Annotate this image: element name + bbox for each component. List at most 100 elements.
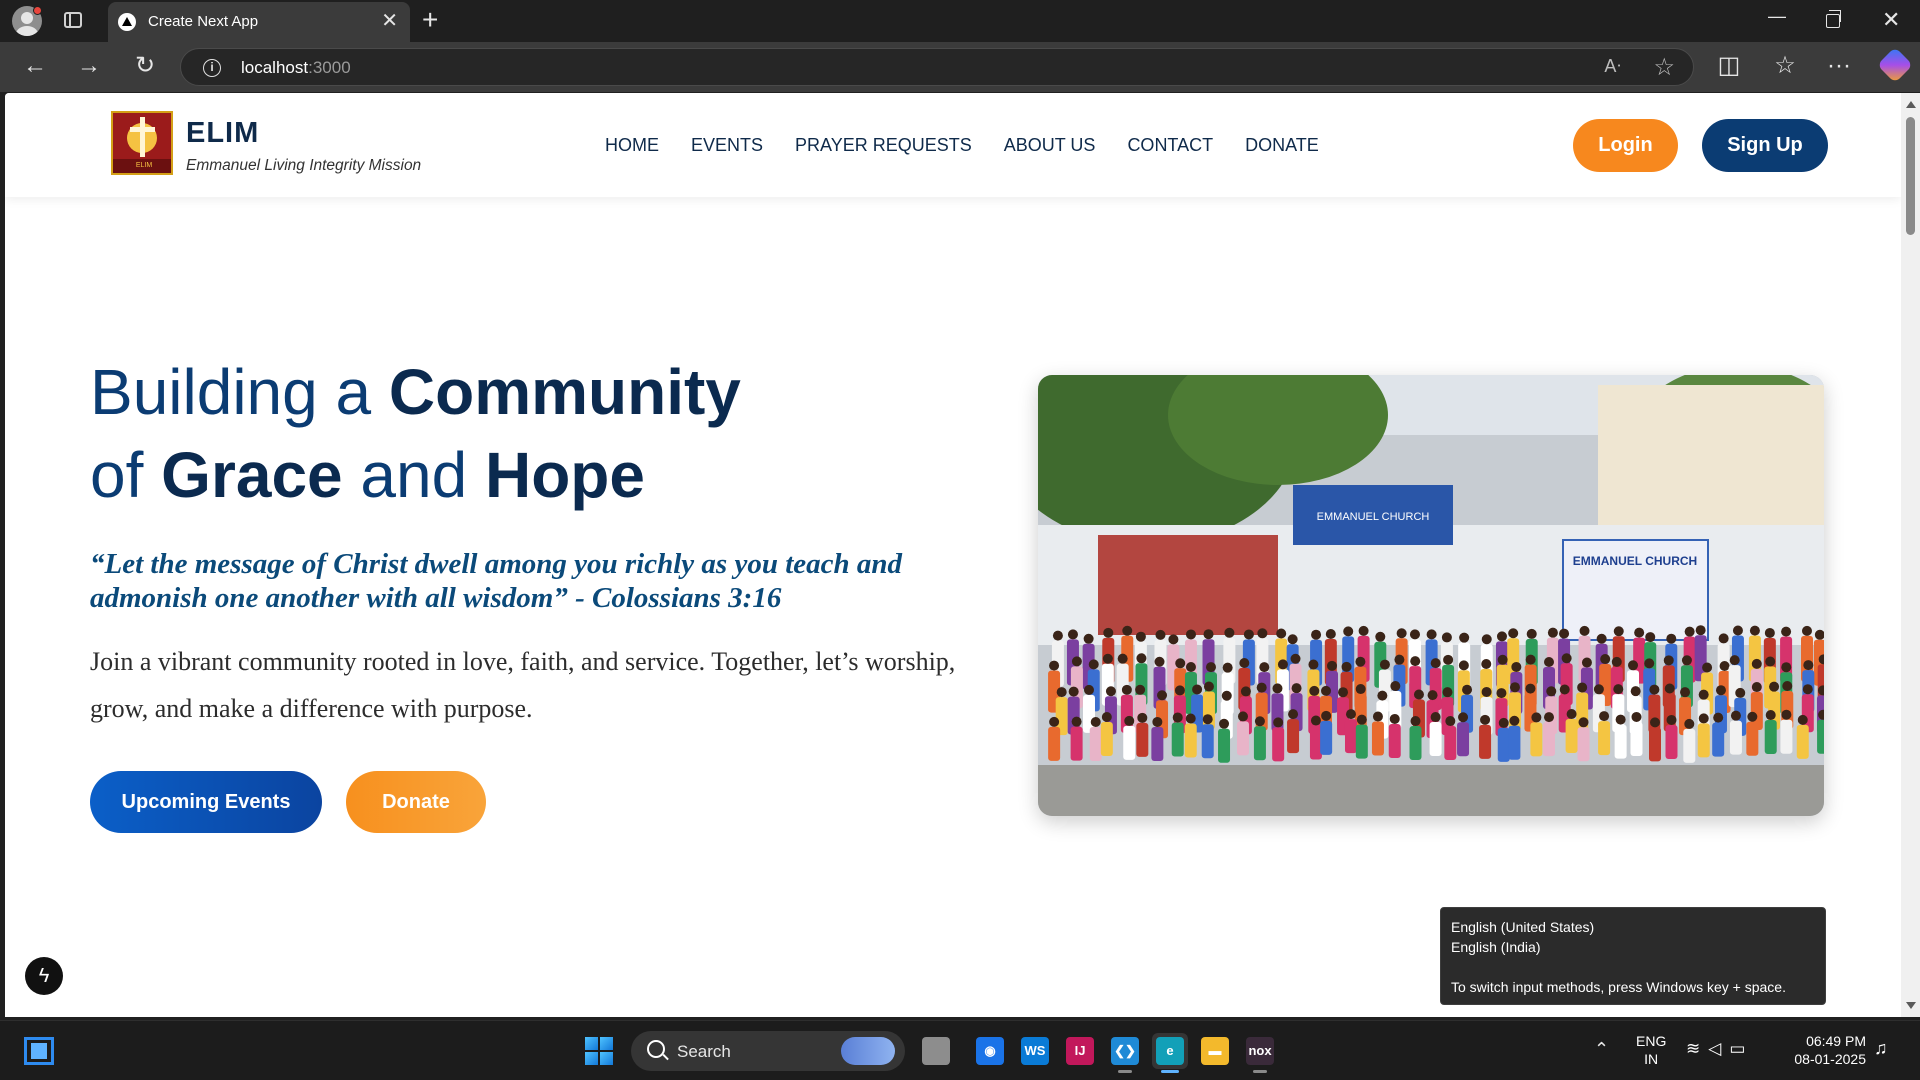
crowd-person-head (1174, 685, 1185, 696)
crowd-person-head (1379, 659, 1390, 670)
app-running-indicator (1161, 1070, 1179, 1073)
crowd-person-body (1508, 725, 1521, 760)
crowd-person-body (1355, 724, 1368, 759)
task-view-icon[interactable] (918, 1033, 954, 1069)
task-view-glyph (922, 1037, 950, 1065)
crowd-person-head (1321, 685, 1332, 696)
start-windows-icon[interactable] (585, 1037, 613, 1065)
url-text[interactable]: localhost:3000 (241, 58, 351, 78)
crowd-person-head (1613, 626, 1624, 637)
profile-notification-dot (33, 6, 42, 15)
language-region: IN (1644, 1051, 1659, 1067)
crowd-person-head (1056, 687, 1067, 698)
window-restore-button[interactable] (1826, 10, 1841, 28)
crowd-person-head (1083, 684, 1094, 695)
browser-tab[interactable]: Create Next App ✕ (108, 2, 410, 42)
taskbar-search[interactable]: Search (631, 1031, 905, 1071)
crowd-person-head (1664, 683, 1675, 694)
crowd-person-head (1256, 682, 1267, 693)
crowd-person-head (1088, 659, 1099, 670)
crowd-person-head (1358, 625, 1369, 636)
crowd-person-head (1172, 712, 1183, 723)
crowd-person-body (1630, 721, 1643, 756)
crowd-person-body (1729, 720, 1742, 755)
read-aloud-icon[interactable]: Aᐧ (1604, 56, 1621, 77)
crowd-person-body (1697, 723, 1710, 758)
taskbar-app-vs-code-icon[interactable]: ❮❯ (1107, 1033, 1143, 1073)
split-screen-icon[interactable]: ◫ (1714, 52, 1744, 80)
crowd-person-head (1203, 681, 1214, 692)
crowd-person-head (1090, 716, 1101, 727)
page-scrollbar[interactable] (1901, 93, 1920, 1017)
taskbar-app-chrome-icon[interactable]: ◉ (972, 1033, 1008, 1069)
scroll-down-arrow-icon[interactable] (1906, 1002, 1916, 1009)
favorites-icon[interactable]: ☆ (1770, 52, 1800, 80)
crowd-person-head (1611, 656, 1622, 667)
crowd-person-head (1426, 629, 1437, 640)
search-highlight-image (841, 1037, 895, 1065)
upcoming-events-button[interactable]: Upcoming Events (90, 771, 322, 833)
crowd-person-head (1185, 713, 1196, 724)
crowd-person-head (1634, 627, 1645, 638)
nav-contact[interactable]: CONTACT (1127, 135, 1213, 156)
site-info-icon[interactable]: i (203, 59, 221, 77)
copilot-icon[interactable] (1876, 46, 1914, 84)
crowd-person-head (1049, 716, 1060, 727)
tab-actions-icon[interactable] (64, 12, 82, 28)
crowd-person-head (1732, 625, 1743, 636)
crowd-person-head (1525, 683, 1536, 694)
crowd-person-head (1681, 655, 1692, 666)
crowd-person-body (1218, 728, 1231, 763)
language-indicator[interactable]: ENG IN (1636, 1032, 1666, 1068)
taskbar-app-intellij-idea-icon[interactable]: IJ (1062, 1033, 1098, 1069)
tray-network-volume-battery-icons[interactable]: ≋◁▭ (1686, 1039, 1753, 1059)
scroll-thumb[interactable] (1906, 117, 1915, 235)
taskbar-clock[interactable]: 06:49 PM 08-01-2025 (1782, 1032, 1866, 1068)
forward-arrow-icon[interactable]: → (74, 52, 104, 80)
crowd-person-head (1684, 626, 1695, 637)
login-button[interactable]: Login (1573, 119, 1678, 172)
taskbar-app-file-explorer-icon[interactable]: ▬ (1197, 1033, 1233, 1069)
taskbar-app-nox-icon[interactable]: nox (1242, 1033, 1278, 1073)
crowd-person-head (1680, 687, 1691, 698)
crowd-person-head (1068, 686, 1079, 697)
nav-donate[interactable]: DONATE (1245, 135, 1319, 156)
back-arrow-icon[interactable]: ← (20, 52, 50, 80)
crowd-person-head (1083, 633, 1094, 644)
nav-about-us[interactable]: ABOUT US (1004, 135, 1096, 156)
taskbar-app-webstorm-icon[interactable]: WS (1017, 1033, 1053, 1069)
crowd-person-head (1481, 658, 1492, 669)
brand-name[interactable]: ELIM (186, 117, 259, 150)
crowd-person-head (1202, 714, 1213, 725)
hero-title: Building a Community of Grace and Hope (90, 351, 741, 517)
window-close-button[interactable]: ✕ (1882, 8, 1900, 32)
ime-hint: To switch input methods, press Windows k… (1451, 979, 1786, 995)
nav-home[interactable]: HOME (605, 135, 659, 156)
tab-close-icon[interactable]: ✕ (381, 10, 398, 32)
taskbar-app-edge-icon[interactable]: e (1152, 1033, 1188, 1073)
crowd-person-head (1259, 662, 1270, 673)
crowd-person-head (1715, 685, 1726, 696)
crowd-person-head (1273, 717, 1284, 728)
signup-button[interactable]: Sign Up (1702, 119, 1828, 172)
dev-tools-bolt-icon[interactable]: ϟ (25, 957, 63, 995)
refresh-icon[interactable]: ↻ (130, 52, 160, 80)
elim-logo[interactable]: ELIM (111, 111, 173, 175)
favorite-star-icon[interactable]: ☆ (1653, 53, 1675, 82)
window-minimize-button[interactable]: — (1768, 4, 1786, 28)
logo-caption: ELIM (113, 159, 171, 173)
nav-prayer-requests[interactable]: PRAYER REQUESTS (795, 135, 972, 156)
nav-events[interactable]: EVENTS (691, 135, 763, 156)
crowd-person-head (1628, 660, 1639, 671)
crowd-person-head (1649, 684, 1660, 695)
main-nav: HOME EVENTS PRAYER REQUESTS ABOUT US CON… (605, 135, 1319, 156)
new-tab-button[interactable]: + (422, 6, 438, 34)
more-menu-icon[interactable]: ··· (1824, 52, 1854, 80)
scroll-up-arrow-icon[interactable] (1906, 101, 1916, 108)
address-bar[interactable]: i localhost:3000 Aᐧ ☆ (180, 48, 1694, 86)
tray-overflow-chevron-icon[interactable]: ⌃ (1594, 1039, 1609, 1060)
widgets-icon[interactable] (24, 1037, 54, 1065)
donate-button[interactable]: Donate (346, 771, 486, 833)
hero-title-bold: Hope (484, 439, 645, 511)
notifications-bell-icon[interactable]: ♫ (1874, 1038, 1888, 1059)
